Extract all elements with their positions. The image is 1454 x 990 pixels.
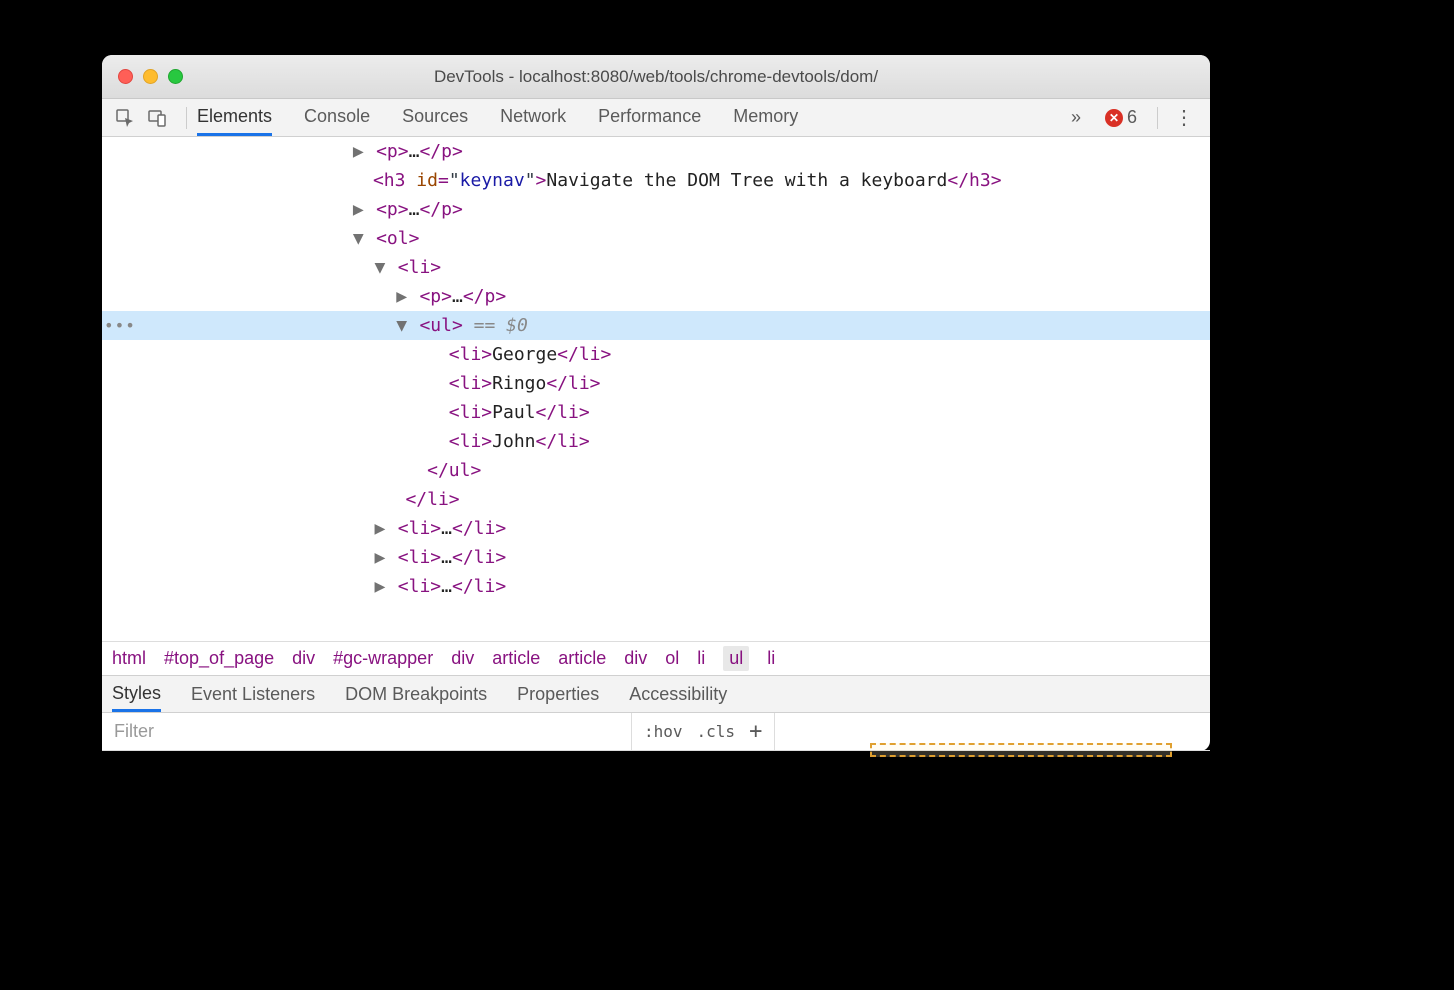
panel-tabs: Elements Console Sources Network Perform…	[197, 99, 1057, 136]
subtab-styles[interactable]: Styles	[112, 677, 161, 712]
window-title: DevTools - localhost:8080/web/tools/chro…	[102, 67, 1210, 87]
crumb[interactable]: div	[451, 648, 474, 669]
crumb[interactable]: #top_of_page	[164, 648, 274, 669]
tab-network[interactable]: Network	[500, 99, 566, 136]
dom-node[interactable]: <li>Ringo</li>	[102, 369, 1210, 398]
separator	[186, 107, 187, 129]
breadcrumb: html #top_of_page div #gc-wrapper div ar…	[102, 641, 1210, 675]
styles-pane-tabs: Styles Event Listeners DOM Breakpoints P…	[102, 675, 1210, 713]
minimize-window-button[interactable]	[143, 69, 158, 84]
crumb[interactable]: html	[112, 648, 146, 669]
tab-performance[interactable]: Performance	[598, 99, 701, 136]
dom-node[interactable]: </li>	[102, 485, 1210, 514]
inspect-element-icon[interactable]	[112, 105, 138, 131]
highlight-outline	[870, 743, 1172, 757]
tab-memory[interactable]: Memory	[733, 99, 798, 136]
crumb[interactable]: article	[558, 648, 606, 669]
new-style-rule-button[interactable]: +	[749, 719, 762, 744]
separator	[1157, 107, 1158, 129]
selected-marker-icon: •••	[104, 311, 136, 340]
close-window-button[interactable]	[118, 69, 133, 84]
zoom-window-button[interactable]	[168, 69, 183, 84]
traffic-lights	[118, 69, 183, 84]
crumb[interactable]: div	[624, 648, 647, 669]
dom-node[interactable]: </ul>	[102, 456, 1210, 485]
titlebar: DevTools - localhost:8080/web/tools/chro…	[102, 55, 1210, 99]
dom-node-selected[interactable]: ••• ▼ <ul> == $0	[102, 311, 1210, 340]
dom-node[interactable]: ▶ <li>…</li>	[102, 572, 1210, 601]
crumb[interactable]: div	[292, 648, 315, 669]
tab-console[interactable]: Console	[304, 99, 370, 136]
dom-node[interactable]: ▶ <p>…</p>	[102, 282, 1210, 311]
toggle-cls-button[interactable]: .cls	[697, 722, 736, 741]
error-icon: ✕	[1105, 109, 1123, 127]
dom-node[interactable]: <li>George</li>	[102, 340, 1210, 369]
tabs-overflow-button[interactable]: »	[1057, 107, 1095, 128]
toggle-hov-button[interactable]: :hov	[644, 722, 683, 741]
tab-elements[interactable]: Elements	[197, 99, 272, 136]
dom-node[interactable]: ▶ <li>…</li>	[102, 514, 1210, 543]
subtab-event-listeners[interactable]: Event Listeners	[191, 678, 315, 710]
elements-tree[interactable]: ▶ <p>…</p> <h3 id="keynav">Navigate the …	[102, 137, 1210, 641]
crumb[interactable]: #gc-wrapper	[333, 648, 433, 669]
dom-node[interactable]: ▶ <p>…</p>	[102, 195, 1210, 224]
settings-menu-icon[interactable]: ⋮	[1168, 105, 1200, 130]
device-toolbar-icon[interactable]	[144, 105, 170, 131]
dom-node[interactable]: ▶ <li>…</li>	[102, 543, 1210, 572]
styles-filter-input[interactable]	[102, 713, 632, 750]
devtools-window: DevTools - localhost:8080/web/tools/chro…	[102, 55, 1210, 751]
crumb[interactable]: li	[697, 648, 705, 669]
subtab-properties[interactable]: Properties	[517, 678, 599, 710]
error-count-badge[interactable]: ✕ 6	[1105, 107, 1137, 128]
dom-node[interactable]: <h3 id="keynav">Navigate the DOM Tree wi…	[102, 166, 1210, 195]
crumb[interactable]: li	[767, 648, 775, 669]
subtab-dom-breakpoints[interactable]: DOM Breakpoints	[345, 678, 487, 710]
dom-node[interactable]: <li>Paul</li>	[102, 398, 1210, 427]
dom-node[interactable]: ▼ <ol>	[102, 224, 1210, 253]
subtab-accessibility[interactable]: Accessibility	[629, 678, 727, 710]
dom-node[interactable]: ▶ <p>…</p>	[102, 137, 1210, 166]
crumb[interactable]: ol	[665, 648, 679, 669]
crumb[interactable]: article	[492, 648, 540, 669]
error-count: 6	[1127, 107, 1137, 128]
main-toolbar: Elements Console Sources Network Perform…	[102, 99, 1210, 137]
dom-node[interactable]: <li>John</li>	[102, 427, 1210, 456]
crumb-selected[interactable]: ul	[723, 646, 749, 671]
tab-sources[interactable]: Sources	[402, 99, 468, 136]
dom-node[interactable]: ▼ <li>	[102, 253, 1210, 282]
